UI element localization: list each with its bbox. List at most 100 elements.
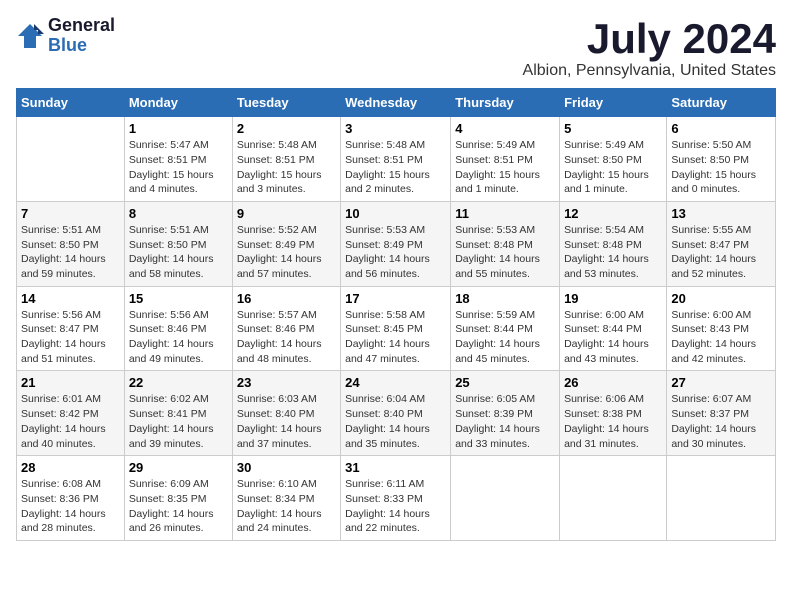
day-cell: 9 Sunrise: 5:52 AM Sunset: 8:49 PM Daylig… — [232, 201, 340, 286]
day-number: 27 — [671, 375, 771, 390]
day-info: Sunrise: 6:07 AM Sunset: 8:37 PM Dayligh… — [671, 392, 771, 451]
header-cell-tuesday: Tuesday — [232, 89, 340, 117]
day-number: 30 — [237, 460, 336, 475]
day-cell: 31 Sunrise: 6:11 AM Sunset: 8:33 PM Dayli… — [341, 456, 451, 541]
day-info: Sunrise: 6:11 AM Sunset: 8:33 PM Dayligh… — [345, 477, 446, 536]
day-cell: 10 Sunrise: 5:53 AM Sunset: 8:49 PM Dayli… — [341, 201, 451, 286]
day-cell: 23Sunrise: 6:03 AM Sunset: 8:40 PM Dayli… — [232, 371, 340, 456]
day-number: 24 — [345, 375, 446, 390]
day-cell: 3Sunrise: 5:48 AM Sunset: 8:51 PM Daylig… — [341, 117, 451, 202]
calendar-header: SundayMondayTuesdayWednesdayThursdayFrid… — [17, 89, 776, 117]
day-cell — [451, 456, 560, 541]
day-number: 12 — [564, 206, 662, 221]
header-row: SundayMondayTuesdayWednesdayThursdayFrid… — [17, 89, 776, 117]
day-info: Sunrise: 5:49 AM Sunset: 8:51 PM Dayligh… — [455, 138, 555, 197]
day-number: 10 — [345, 206, 446, 221]
day-number: 14 — [21, 291, 120, 306]
day-cell: 18Sunrise: 5:59 AM Sunset: 8:44 PM Dayli… — [451, 286, 560, 371]
location-title: Albion, Pennsylvania, United States — [523, 62, 776, 80]
header-cell-friday: Friday — [560, 89, 667, 117]
day-info: Sunrise: 5:57 AM Sunset: 8:46 PM Dayligh… — [237, 308, 336, 367]
week-row-2: 7 Sunrise: 5:51 AM Sunset: 8:50 PM Daylig… — [17, 201, 776, 286]
day-info: Sunrise: 6:09 AM Sunset: 8:35 PM Dayligh… — [129, 477, 228, 536]
day-cell: 12 Sunrise: 5:54 AM Sunset: 8:48 PM Dayli… — [560, 201, 667, 286]
day-cell: 7 Sunrise: 5:51 AM Sunset: 8:50 PM Daylig… — [17, 201, 125, 286]
day-cell — [667, 456, 776, 541]
day-info: Sunrise: 5:53 AM Sunset: 8:48 PM Dayligh… — [455, 223, 555, 282]
day-cell: 20 Sunrise: 6:00 AM Sunset: 8:43 PM Dayli… — [667, 286, 776, 371]
day-cell — [560, 456, 667, 541]
day-cell — [17, 117, 125, 202]
day-cell: 19Sunrise: 6:00 AM Sunset: 8:44 PM Dayli… — [560, 286, 667, 371]
day-number: 19 — [564, 291, 662, 306]
day-cell: 2 Sunrise: 5:48 AM Sunset: 8:51 PM Daylig… — [232, 117, 340, 202]
day-cell: 17Sunrise: 5:58 AM Sunset: 8:45 PM Dayli… — [341, 286, 451, 371]
logo-icon — [16, 22, 44, 50]
day-number: 16 — [237, 291, 336, 306]
week-row-1: 1Sunrise: 5:47 AM Sunset: 8:51 PM Daylig… — [17, 117, 776, 202]
day-number: 21 — [21, 375, 120, 390]
logo: General Blue — [16, 16, 115, 56]
day-number: 2 — [237, 121, 336, 136]
day-cell: 14Sunrise: 5:56 AM Sunset: 8:47 PM Dayli… — [17, 286, 125, 371]
day-info: Sunrise: 5:55 AM Sunset: 8:47 PM Dayligh… — [671, 223, 771, 282]
week-row-4: 21 Sunrise: 6:01 AM Sunset: 8:42 PM Dayli… — [17, 371, 776, 456]
day-number: 9 — [237, 206, 336, 221]
day-cell: 11Sunrise: 5:53 AM Sunset: 8:48 PM Dayli… — [451, 201, 560, 286]
day-number: 18 — [455, 291, 555, 306]
day-cell: 5Sunrise: 5:49 AM Sunset: 8:50 PM Daylig… — [560, 117, 667, 202]
header-cell-wednesday: Wednesday — [341, 89, 451, 117]
day-info: Sunrise: 6:06 AM Sunset: 8:38 PM Dayligh… — [564, 392, 662, 451]
day-number: 17 — [345, 291, 446, 306]
day-number: 7 — [21, 206, 120, 221]
day-info: Sunrise: 5:48 AM Sunset: 8:51 PM Dayligh… — [237, 138, 336, 197]
day-number: 15 — [129, 291, 228, 306]
day-info: Sunrise: 5:53 AM Sunset: 8:49 PM Dayligh… — [345, 223, 446, 282]
day-number: 29 — [129, 460, 228, 475]
day-info: Sunrise: 6:00 AM Sunset: 8:43 PM Dayligh… — [671, 308, 771, 367]
header-cell-saturday: Saturday — [667, 89, 776, 117]
day-info: Sunrise: 5:47 AM Sunset: 8:51 PM Dayligh… — [129, 138, 228, 197]
day-info: Sunrise: 5:50 AM Sunset: 8:50 PM Dayligh… — [671, 138, 771, 197]
day-cell: 29 Sunrise: 6:09 AM Sunset: 8:35 PM Dayli… — [124, 456, 232, 541]
day-cell: 22Sunrise: 6:02 AM Sunset: 8:41 PM Dayli… — [124, 371, 232, 456]
day-cell: 26 Sunrise: 6:06 AM Sunset: 8:38 PM Dayli… — [560, 371, 667, 456]
day-cell: 27 Sunrise: 6:07 AM Sunset: 8:37 PM Dayli… — [667, 371, 776, 456]
day-info: Sunrise: 5:51 AM Sunset: 8:50 PM Dayligh… — [21, 223, 120, 282]
header-cell-monday: Monday — [124, 89, 232, 117]
day-info: Sunrise: 5:54 AM Sunset: 8:48 PM Dayligh… — [564, 223, 662, 282]
day-number: 20 — [671, 291, 771, 306]
header-cell-sunday: Sunday — [17, 89, 125, 117]
page-header: General Blue July 2024 Albion, Pennsylva… — [16, 16, 776, 80]
day-cell: 25Sunrise: 6:05 AM Sunset: 8:39 PM Dayli… — [451, 371, 560, 456]
day-number: 31 — [345, 460, 446, 475]
logo-blue: Blue — [48, 36, 115, 56]
week-row-3: 14Sunrise: 5:56 AM Sunset: 8:47 PM Dayli… — [17, 286, 776, 371]
day-number: 13 — [671, 206, 771, 221]
day-cell: 21 Sunrise: 6:01 AM Sunset: 8:42 PM Dayli… — [17, 371, 125, 456]
day-cell: 4 Sunrise: 5:49 AM Sunset: 8:51 PM Daylig… — [451, 117, 560, 202]
day-info: Sunrise: 5:51 AM Sunset: 8:50 PM Dayligh… — [129, 223, 228, 282]
day-info: Sunrise: 6:10 AM Sunset: 8:34 PM Dayligh… — [237, 477, 336, 536]
day-cell: 6 Sunrise: 5:50 AM Sunset: 8:50 PM Daylig… — [667, 117, 776, 202]
day-info: Sunrise: 5:48 AM Sunset: 8:51 PM Dayligh… — [345, 138, 446, 197]
calendar-body: 1Sunrise: 5:47 AM Sunset: 8:51 PM Daylig… — [17, 117, 776, 541]
day-cell: 28 Sunrise: 6:08 AM Sunset: 8:36 PM Dayli… — [17, 456, 125, 541]
day-number: 5 — [564, 121, 662, 136]
day-cell: 24Sunrise: 6:04 AM Sunset: 8:40 PM Dayli… — [341, 371, 451, 456]
day-cell: 8Sunrise: 5:51 AM Sunset: 8:50 PM Daylig… — [124, 201, 232, 286]
day-info: Sunrise: 6:01 AM Sunset: 8:42 PM Dayligh… — [21, 392, 120, 451]
day-cell: 1Sunrise: 5:47 AM Sunset: 8:51 PM Daylig… — [124, 117, 232, 202]
day-info: Sunrise: 5:52 AM Sunset: 8:49 PM Dayligh… — [237, 223, 336, 282]
day-info: Sunrise: 6:08 AM Sunset: 8:36 PM Dayligh… — [21, 477, 120, 536]
month-title: July 2024 — [523, 16, 776, 62]
day-number: 26 — [564, 375, 662, 390]
day-info: Sunrise: 5:56 AM Sunset: 8:46 PM Dayligh… — [129, 308, 228, 367]
title-area: July 2024 Albion, Pennsylvania, United S… — [523, 16, 776, 80]
day-number: 4 — [455, 121, 555, 136]
day-cell: 16 Sunrise: 5:57 AM Sunset: 8:46 PM Dayli… — [232, 286, 340, 371]
day-number: 23 — [237, 375, 336, 390]
day-info: Sunrise: 6:05 AM Sunset: 8:39 PM Dayligh… — [455, 392, 555, 451]
day-number: 28 — [21, 460, 120, 475]
day-number: 6 — [671, 121, 771, 136]
